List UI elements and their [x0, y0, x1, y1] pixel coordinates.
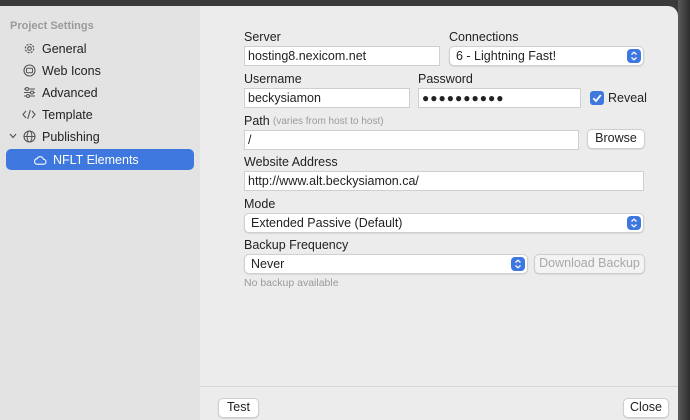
backup-frequency-value: Never [251, 257, 285, 271]
website-address-field[interactable]: http://www.alt.beckysiamon.ca/ [244, 171, 644, 191]
sidebar-item-label: Advanced [42, 85, 98, 100]
backup-frequency-select[interactable]: Never [244, 254, 528, 274]
sidebar-item-general[interactable]: General [6, 38, 194, 59]
reveal-label[interactable]: Reveal [608, 91, 647, 105]
path-hint: (varies from host to host) [273, 116, 384, 127]
sidebar-item-label: Template [42, 107, 93, 122]
backup-frequency-label: Backup Frequency [244, 238, 349, 252]
checkmark-icon [592, 94, 602, 103]
connections-label: Connections [449, 30, 519, 44]
close-button[interactable]: Close [623, 398, 669, 418]
server-field[interactable]: hosting8.nexicom.net [244, 46, 440, 66]
download-backup-button[interactable]: Download Backup [534, 254, 645, 274]
backup-status-text: No backup available [244, 277, 339, 289]
reveal-checkbox[interactable] [590, 91, 604, 105]
password-field[interactable]: ●●●●●●●●●● [418, 88, 581, 108]
test-button[interactable]: Test [218, 398, 259, 418]
connections-select[interactable]: 6 - Lightning Fast! [449, 46, 644, 66]
path-label: Path [244, 114, 270, 128]
sliders-icon [22, 86, 36, 100]
sidebar-item-publishing[interactable]: Publishing [6, 126, 194, 147]
sidebar-item-template[interactable]: Template [6, 104, 194, 125]
project-settings-window: Project Settings General Web Icons Advan… [0, 6, 678, 420]
website-address-label: Website Address [244, 155, 338, 169]
chevron-up-down-icon [627, 216, 641, 230]
server-label: Server [244, 30, 281, 44]
sidebar-title: Project Settings [10, 20, 94, 32]
sidebar-item-web-icons[interactable]: Web Icons [6, 60, 194, 81]
mode-value: Extended Passive (Default) [251, 216, 403, 230]
sidebar-item-nflt-elements[interactable]: NFLT Elements [6, 149, 194, 170]
username-label: Username [244, 72, 302, 86]
sidebar-item-label: Publishing [42, 129, 100, 144]
cloud-icon [33, 153, 47, 167]
chevron-up-down-icon [511, 257, 525, 271]
mode-label: Mode [244, 197, 276, 211]
sidebar-item-label: Web Icons [42, 63, 101, 78]
username-field[interactable]: beckysiamon [244, 88, 410, 108]
chevron-down-icon[interactable] [8, 130, 18, 142]
sidebar-item-label: NFLT Elements [53, 152, 139, 167]
web-icons-icon [22, 64, 36, 78]
path-field[interactable]: / [244, 130, 579, 150]
sidebar: Project Settings General Web Icons Advan… [0, 6, 200, 420]
connections-value: 6 - Lightning Fast! [456, 49, 557, 63]
gear-icon [22, 42, 36, 56]
chevron-up-down-icon [627, 49, 641, 63]
mode-select[interactable]: Extended Passive (Default) [244, 213, 644, 233]
footer-divider [200, 386, 678, 387]
background-desktop-edge [678, 0, 690, 420]
password-label: Password [418, 72, 473, 86]
sidebar-item-label: General [42, 41, 87, 56]
sidebar-item-advanced[interactable]: Advanced [6, 82, 194, 103]
globe-icon [22, 130, 36, 144]
browse-button[interactable]: Browse [587, 129, 645, 149]
code-icon [22, 108, 36, 122]
